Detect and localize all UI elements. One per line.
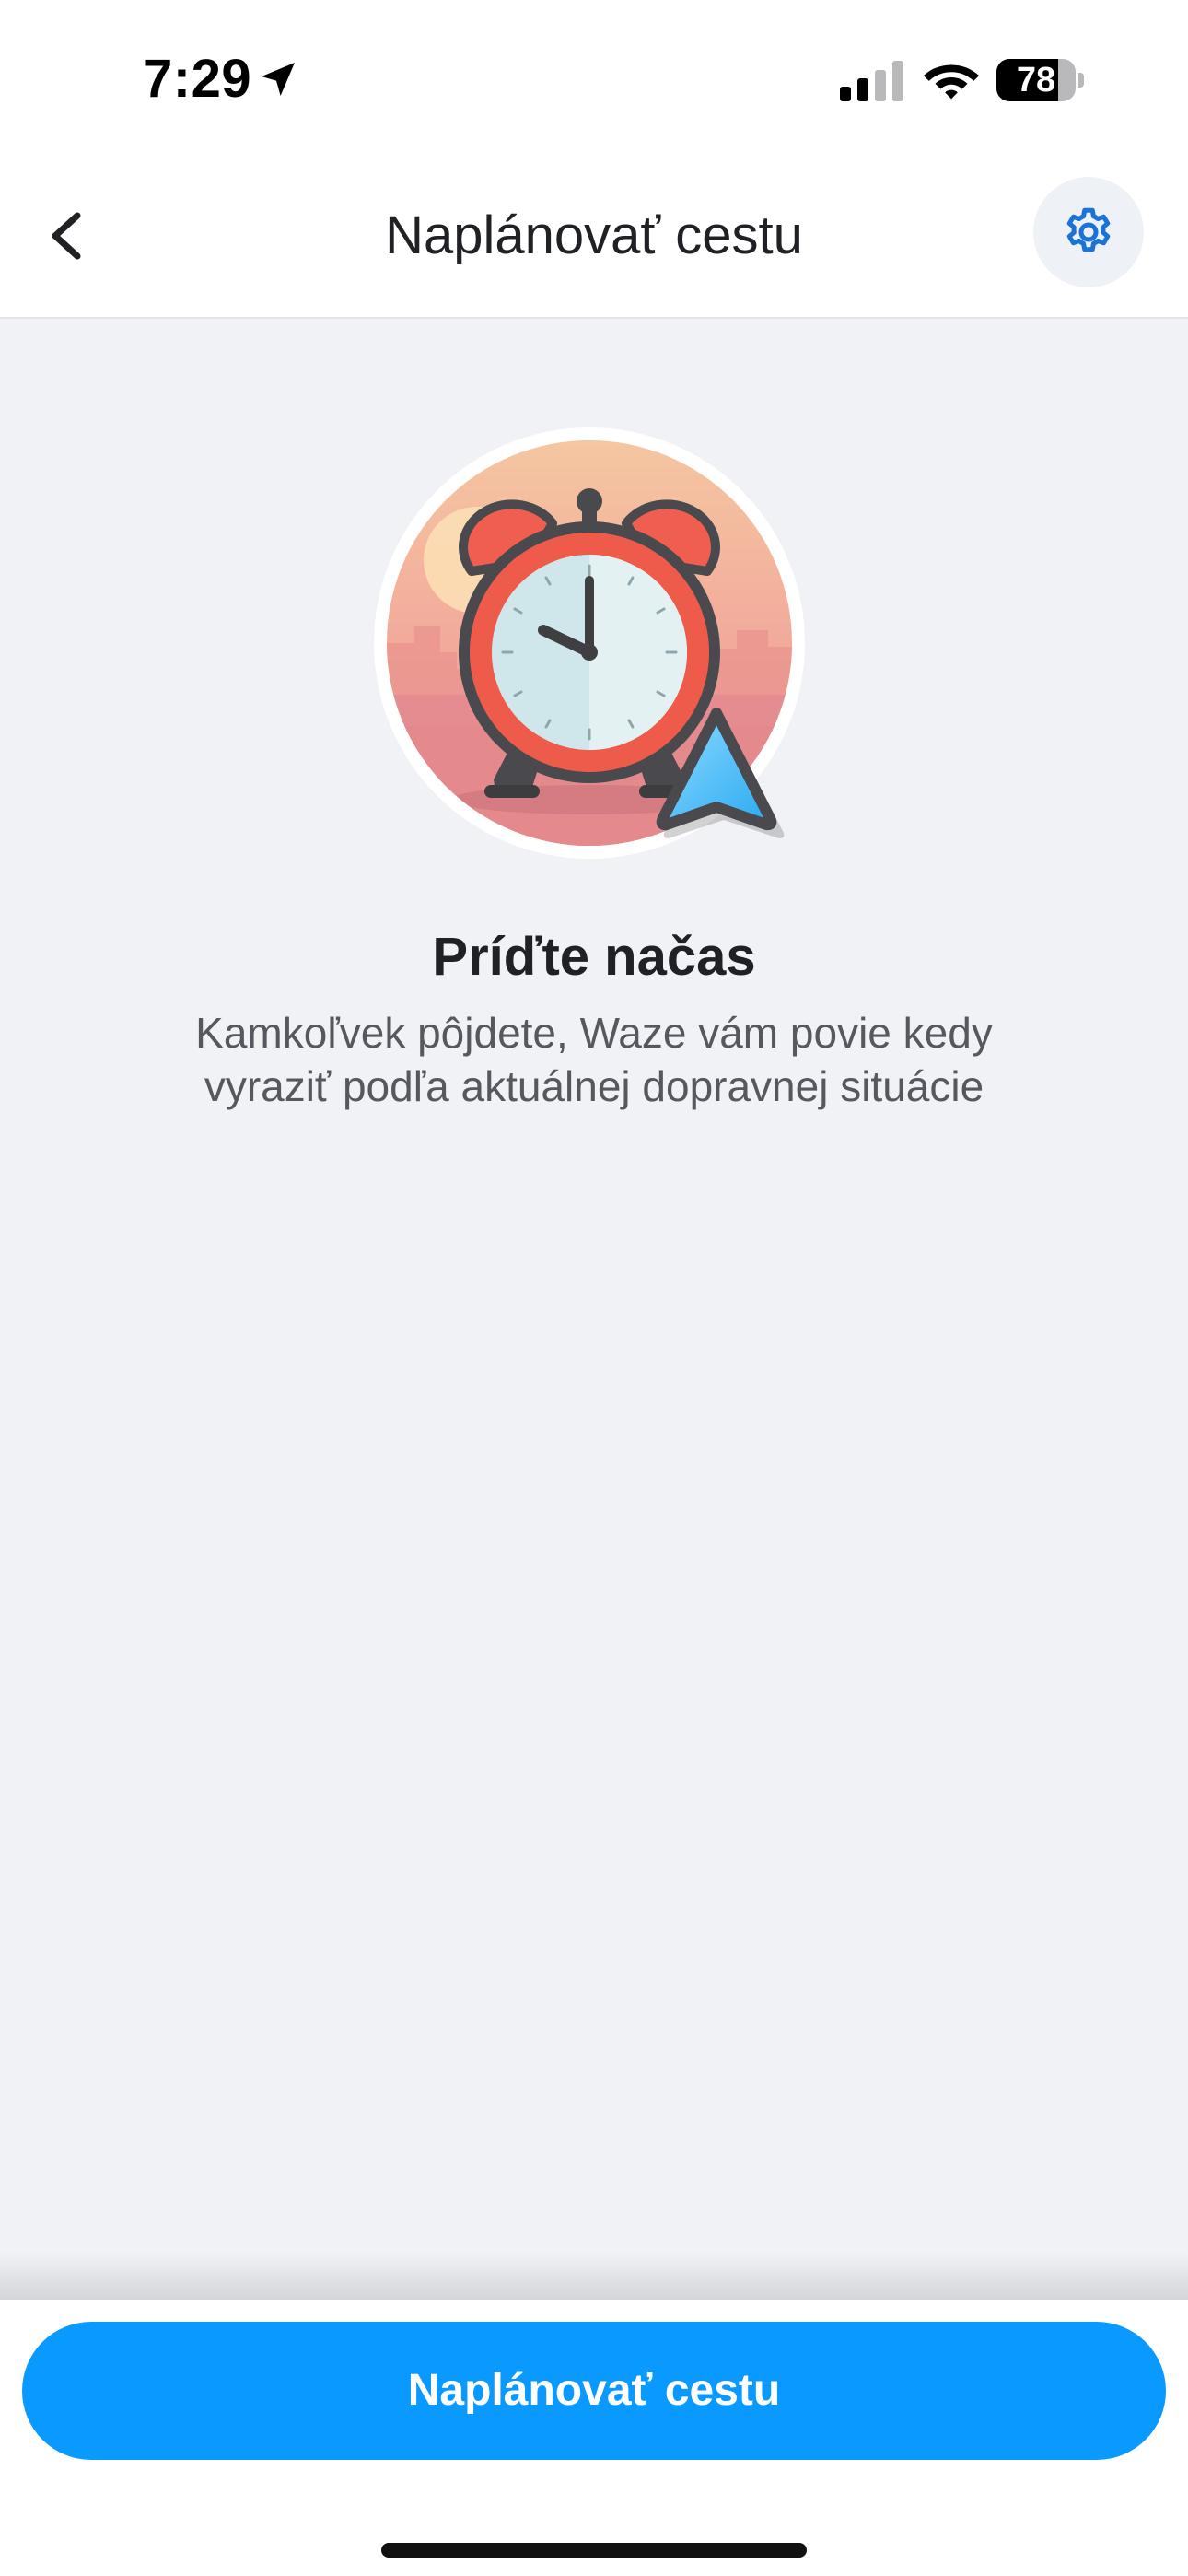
onboarding-heading: Príďte načas	[432, 927, 756, 987]
page-title: Naplánovať cestu	[385, 205, 803, 265]
onboarding-description: Kamkoľvek pôjdete, Waze vám povie kedy v…	[195, 1009, 993, 1110]
cellular-signal-icon	[840, 61, 903, 101]
bottom-divider-shadow	[0, 2253, 1188, 2301]
alarm-clock-illustration	[374, 427, 805, 859]
planned-drive-screen: 7:29 78 Naplánovať cestu Príďte načas Ka…	[0, 0, 1188, 2576]
plan-drive-button[interactable]: Naplánovať cestu	[22, 2322, 1166, 2460]
battery-level: 78	[1016, 61, 1056, 100]
top-app-bar: Naplánovať cestu	[0, 157, 1188, 319]
bottom-action-panel: Naplánovať cestu	[0, 2300, 1188, 2576]
gear-icon	[1066, 207, 1111, 252]
battery-icon: 78	[996, 59, 1085, 101]
wifi-icon	[923, 64, 980, 100]
location-arrow-icon	[262, 63, 295, 96]
status-bar: 7:29 78	[0, 0, 1188, 157]
battery-tip	[1078, 73, 1084, 88]
status-time: 7:29	[143, 49, 252, 109]
battery-body: 78	[996, 59, 1076, 101]
settings-button[interactable]	[1033, 177, 1144, 287]
home-indicator[interactable]	[381, 2543, 807, 2558]
